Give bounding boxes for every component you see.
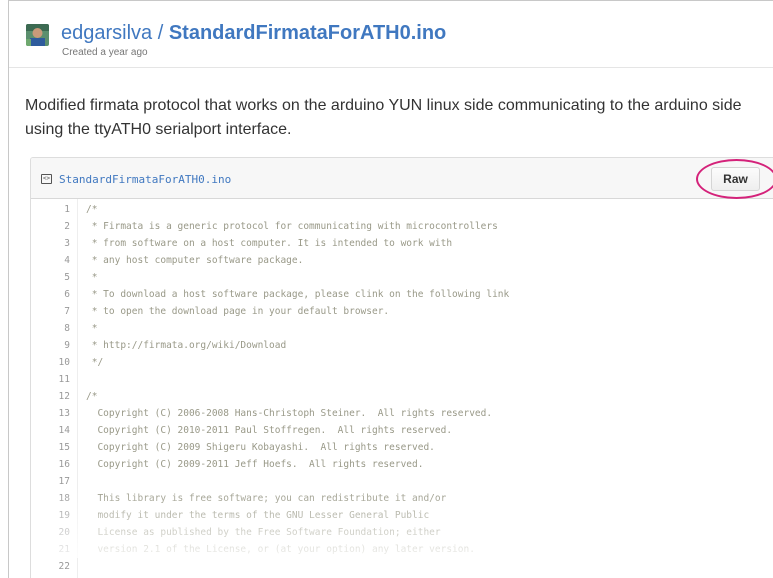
- line-number[interactable]: 15: [31, 439, 70, 456]
- line-content: This library is free software; you can r…: [86, 493, 447, 504]
- line-number[interactable]: 9: [31, 337, 70, 354]
- code-line: 16 Copyright (C) 2009-2011 Jeff Hoefs. A…: [31, 456, 773, 473]
- code-line: 4 * any host computer software package.: [31, 252, 773, 269]
- line-content: Copyright (C) 2006-2008 Hans-Christoph S…: [86, 408, 493, 419]
- avatar[interactable]: [26, 24, 49, 46]
- code-line: 9 * http://firmata.org/wiki/Download: [31, 337, 773, 354]
- code-line: 13 Copyright (C) 2006-2008 Hans-Christop…: [31, 405, 773, 422]
- line-number[interactable]: 3: [31, 235, 70, 252]
- line-number[interactable]: 1: [31, 201, 70, 218]
- line-content: *: [86, 323, 98, 334]
- line-number[interactable]: 6: [31, 286, 70, 303]
- line-content: License as published by the Free Softwar…: [86, 527, 441, 538]
- file-box: <> StandardFirmataForATH0.ino Raw 1 /* 2 *…: [30, 157, 773, 578]
- gist-header: edgarsilva / StandardFirmataForATH0.ino …: [9, 1, 773, 68]
- code-line: 5 *: [31, 269, 773, 286]
- code-line: 2 * Firmata is a generic protocol for co…: [31, 218, 773, 235]
- code-line: 14 Copyright (C) 2010-2011 Paul Stoffreg…: [31, 422, 773, 439]
- line-number[interactable]: 4: [31, 252, 70, 269]
- line-content: * to open the download page in your defa…: [86, 306, 390, 317]
- code-line: 7 * to open the download page in your de…: [31, 303, 773, 320]
- line-content: modify it under the terms of the GNU Les…: [86, 510, 430, 521]
- line-content: */: [86, 357, 104, 368]
- code-line: 18 This library is free software; you ca…: [31, 490, 773, 507]
- code-line: 15 Copyright (C) 2009 Shigeru Kobayashi.…: [31, 439, 773, 456]
- code-line: 10 */: [31, 354, 773, 371]
- file-name-link[interactable]: StandardFirmataForATH0.ino: [59, 173, 231, 186]
- line-number[interactable]: 20: [31, 524, 70, 541]
- code-line: 22: [31, 558, 773, 575]
- code-view: 1 /* 2 * Firmata is a generic protocol for…: [31, 199, 773, 578]
- gist-name-link[interactable]: StandardFirmataForATH0.ino: [169, 22, 446, 44]
- line-number[interactable]: 5: [31, 269, 70, 286]
- gist-page: edgarsilva / StandardFirmataForATH0.ino …: [8, 0, 773, 578]
- line-number[interactable]: 16: [31, 456, 70, 473]
- line-content: * from software on a host computer. It i…: [86, 238, 453, 249]
- line-number[interactable]: 14: [31, 422, 70, 439]
- code-line: 11: [31, 371, 773, 388]
- line-number[interactable]: 13: [31, 405, 70, 422]
- line-content: *: [86, 272, 98, 283]
- code-file-icon: <>: [41, 174, 52, 184]
- line-number[interactable]: 12: [31, 388, 70, 405]
- avatar-image: [26, 24, 49, 46]
- line-number[interactable]: 21: [31, 541, 70, 558]
- code-line: 19 modify it under the terms of the GNU …: [31, 507, 773, 524]
- line-content: Copyright (C) 2009 Shigeru Kobayashi. Al…: [86, 442, 435, 453]
- line-number[interactable]: 10: [31, 354, 70, 371]
- line-number[interactable]: 2: [31, 218, 70, 235]
- line-number[interactable]: 7: [31, 303, 70, 320]
- line-content: * To download a host software package, p…: [86, 289, 510, 300]
- code-line: 20 License as published by the Free Soft…: [31, 524, 773, 541]
- created-timestamp: Created a year ago: [62, 47, 148, 58]
- line-content: * any host computer software package.: [86, 255, 304, 266]
- owner-link[interactable]: edgarsilva: [61, 22, 152, 44]
- code-line: 21 version 2.1 of the License, or (at yo…: [31, 541, 773, 558]
- code-line: 1 /*: [31, 201, 773, 218]
- line-number[interactable]: 17: [31, 473, 70, 490]
- gist-description: Modified firmata protocol that works on …: [25, 97, 742, 138]
- code-line: 6 * To download a host software package,…: [31, 286, 773, 303]
- title-separator: /: [152, 22, 169, 44]
- file-header: <> StandardFirmataForATH0.ino Raw: [31, 158, 773, 199]
- line-content: /*: [86, 391, 98, 402]
- line-content: * Firmata is a generic protocol for comm…: [86, 221, 498, 232]
- line-content: /*: [86, 204, 98, 215]
- code-line: 17: [31, 473, 773, 490]
- code-line: 12 /*: [31, 388, 773, 405]
- code-line: 3 * from software on a host computer. It…: [31, 235, 773, 252]
- line-content: Copyright (C) 2009-2011 Jeff Hoefs. All …: [86, 459, 424, 470]
- line-number[interactable]: 11: [31, 371, 70, 388]
- line-number[interactable]: 18: [31, 490, 70, 507]
- line-content: Copyright (C) 2010-2011 Paul Stoffregen.…: [86, 425, 453, 436]
- line-content: * http://firmata.org/wiki/Download: [86, 340, 287, 351]
- raw-button[interactable]: Raw: [711, 167, 760, 191]
- line-number[interactable]: 8: [31, 320, 70, 337]
- code-line: 8 *: [31, 320, 773, 337]
- gist-title: edgarsilva / StandardFirmataForATH0.ino: [61, 22, 446, 45]
- line-content: version 2.1 of the License, or (at your …: [86, 544, 475, 555]
- line-number[interactable]: 22: [31, 558, 70, 575]
- line-number[interactable]: 19: [31, 507, 70, 524]
